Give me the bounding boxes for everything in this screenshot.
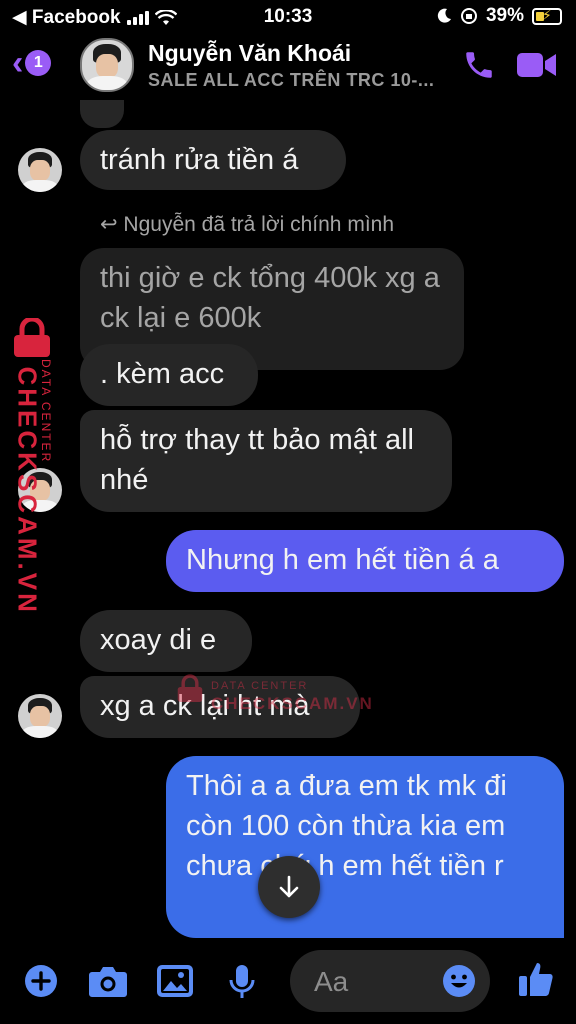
lock-icon bbox=[14, 318, 50, 357]
message-input-placeholder: Aa bbox=[314, 966, 349, 997]
message-bubble[interactable]: xoay di e bbox=[80, 610, 252, 672]
chat-header: ‹ 1 Nguyễn Văn Khoái SALE ALL ACC TRÊN T… bbox=[0, 34, 576, 100]
lock-icon bbox=[177, 674, 203, 702]
message-text: thi giờ e ck tổng 400k xg a ck lại e 600… bbox=[100, 262, 440, 334]
watermark: DATA CENTER CHECKSCAM.VN bbox=[8, 318, 68, 615]
watermark-brand: CHECKSCAM.VN bbox=[211, 694, 374, 713]
message-bubble[interactable]: hỗ trợ thay tt bảo mật all nhé bbox=[80, 410, 452, 512]
microphone-icon[interactable] bbox=[228, 964, 256, 1000]
message-text: Nhưng h em hết tiền á a bbox=[186, 544, 499, 576]
phone-icon[interactable] bbox=[462, 48, 496, 82]
message-text: xoay di e bbox=[100, 624, 217, 656]
gallery-icon[interactable] bbox=[156, 964, 194, 998]
message-bubble[interactable]: tránh rửa tiền á bbox=[80, 130, 346, 190]
thumbs-up-icon[interactable] bbox=[518, 960, 554, 998]
message-bubble-outgoing[interactable]: Nhưng h em hết tiền á a bbox=[166, 530, 564, 592]
unread-badge: 1 bbox=[25, 50, 52, 76]
scroll-to-bottom-button[interactable] bbox=[258, 856, 320, 918]
avatar[interactable] bbox=[80, 38, 134, 92]
back-button[interactable]: ‹ 1 bbox=[12, 44, 52, 82]
message-input[interactable]: Aa bbox=[290, 950, 490, 1012]
battery-icon: ⚡ bbox=[532, 7, 562, 25]
composer-bar: Aa bbox=[0, 938, 576, 1024]
contact-name[interactable]: Nguyễn Văn Khoái bbox=[148, 40, 351, 67]
watermark: DATA CENTER CHECKSCAM.VN bbox=[175, 674, 372, 713]
emoji-icon[interactable] bbox=[442, 964, 476, 998]
camera-icon[interactable] bbox=[88, 964, 128, 998]
message-bubble[interactable]: . kèm acc bbox=[80, 344, 258, 406]
avatar[interactable] bbox=[18, 694, 62, 738]
watermark-tagline: DATA CENTER bbox=[39, 359, 53, 464]
arrow-down-icon bbox=[279, 875, 299, 898]
reply-indicator: ↩ Nguyễn đã trả lời chính mình bbox=[100, 213, 395, 236]
message-text: Thôi a a đưa em tk mk đi còn 100 còn thừ… bbox=[186, 770, 507, 882]
chevron-left-icon: ‹ bbox=[12, 44, 24, 82]
avatar[interactable] bbox=[18, 148, 62, 192]
plus-icon[interactable] bbox=[24, 964, 58, 998]
battery-percent: 39% bbox=[485, 5, 524, 26]
message-bubble-outgoing[interactable]: Thôi a a đưa em tk mk đi còn 100 còn thừ… bbox=[166, 756, 564, 938]
orientation-lock-icon bbox=[460, 8, 477, 24]
video-camera-icon[interactable] bbox=[516, 50, 558, 80]
message-text: tránh rửa tiền á bbox=[100, 144, 299, 176]
watermark-tagline: DATA CENTER bbox=[211, 680, 309, 692]
message-text: . kèm acc bbox=[100, 358, 225, 390]
avatar[interactable] bbox=[18, 468, 62, 512]
moon-icon bbox=[437, 8, 451, 23]
status-bar: ◀ Facebook 10:33 39% ⚡ bbox=[0, 0, 576, 32]
contact-subtitle: SALE ALL ACC TRÊN TRC 10-... bbox=[148, 70, 435, 90]
message-text: hỗ trợ thay tt bảo mật all nhé bbox=[100, 424, 415, 496]
